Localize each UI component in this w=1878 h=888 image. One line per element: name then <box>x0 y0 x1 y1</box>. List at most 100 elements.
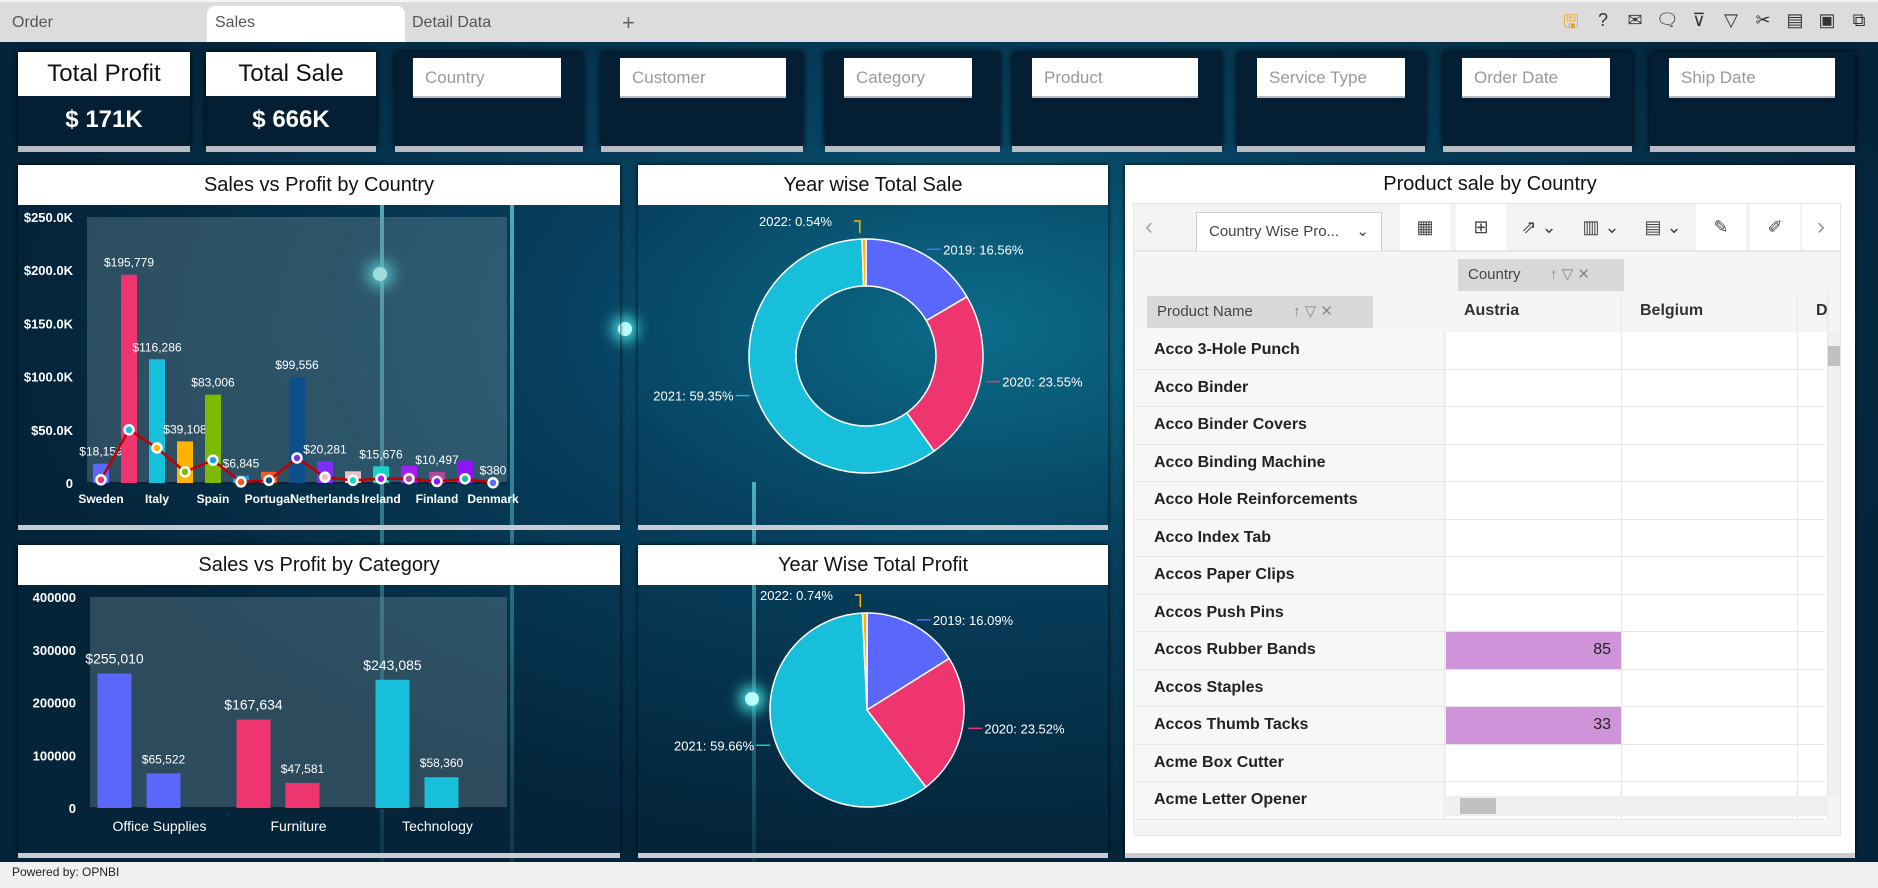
product-name-cell[interactable]: Acco Hole Reinforcements <box>1134 482 1445 519</box>
tab-detail-data[interactable]: Detail Data <box>404 6 604 44</box>
export-icon[interactable]: ⇗ ⌄ <box>1508 204 1570 250</box>
belgium-cell[interactable] <box>1622 444 1798 481</box>
y-tick-label: $50.0K <box>31 423 74 438</box>
vertical-scrollbar[interactable] <box>1828 332 1840 796</box>
code-edit-icon[interactable]: ✎ <box>1696 204 1746 250</box>
austria-cell[interactable] <box>1446 369 1622 406</box>
report-select[interactable]: Country Wise Pro... ⌄ <box>1196 212 1382 252</box>
austria-cell[interactable]: 85 <box>1446 632 1622 669</box>
help-icon[interactable]: ? <box>1592 10 1614 40</box>
product-name-cell[interactable]: Acme Letter Opener <box>1134 782 1445 819</box>
product-sale-pivot: Product sale by Country ‹ Country Wise P… <box>1125 165 1855 853</box>
d-cell[interactable] <box>1798 369 1828 406</box>
austria-cell[interactable] <box>1446 444 1622 481</box>
profit-point <box>179 466 191 478</box>
product-name-cell[interactable]: Accos Rubber Bands <box>1134 632 1445 669</box>
d-cell[interactable] <box>1798 557 1828 594</box>
product-name-cell[interactable]: Acme Box Cutter <box>1134 744 1445 781</box>
filter-icon[interactable]: ▽ <box>1720 10 1742 40</box>
product-name-cell[interactable]: Acco Index Tab <box>1134 519 1445 556</box>
austria-cell[interactable] <box>1446 407 1622 444</box>
belgium-cell[interactable] <box>1622 707 1798 744</box>
product-name-cell[interactable]: Accos Push Pins <box>1134 594 1445 631</box>
product-filter[interactable]: Product <box>1032 58 1198 98</box>
d-cell[interactable] <box>1798 744 1828 781</box>
belgium-cell[interactable] <box>1622 332 1798 369</box>
belgium-cell[interactable] <box>1622 407 1798 444</box>
column-header-belgium[interactable]: Belgium <box>1622 292 1798 330</box>
ship-date-filter[interactable]: Ship Date <box>1669 58 1835 98</box>
product-name-cell[interactable]: Acco Binder Covers <box>1134 407 1445 444</box>
devices-icon[interactable]: ⧉ <box>1848 10 1870 40</box>
country-filter[interactable]: Country <box>413 58 561 98</box>
d-cell[interactable] <box>1798 632 1828 669</box>
belgium-cell[interactable] <box>1622 519 1798 556</box>
belgium-cell[interactable] <box>1622 482 1798 519</box>
sort-filter-remove-icons[interactable]: ↑ ▽ ✕ <box>1550 259 1590 291</box>
x-tick-label: Italy <box>145 492 169 506</box>
d-cell[interactable] <box>1798 407 1828 444</box>
product-name-cell[interactable]: Acco Binding Machine <box>1134 444 1445 481</box>
product-name-cell[interactable]: Acco Binder <box>1134 369 1445 406</box>
austria-cell[interactable] <box>1446 557 1622 594</box>
austria-cell[interactable] <box>1446 744 1622 781</box>
category-filter[interactable]: Category <box>844 58 972 98</box>
austria-cell[interactable] <box>1446 669 1622 706</box>
format-edit-icon[interactable]: ✐ <box>1750 204 1800 250</box>
screen-icon[interactable]: ▣ <box>1816 10 1838 40</box>
column-field-chip[interactable]: Country ↑ ▽ ✕ <box>1458 259 1624 291</box>
product-name-cell[interactable]: Accos Staples <box>1134 669 1445 706</box>
belgium-cell[interactable] <box>1622 669 1798 706</box>
table-icon[interactable]: ⊞ <box>1456 204 1506 250</box>
order-date-filter[interactable]: Order Date <box>1462 58 1610 98</box>
austria-cell[interactable] <box>1446 519 1622 556</box>
austria-cell[interactable]: 33 <box>1446 707 1622 744</box>
horizontal-scrollbar[interactable] <box>1446 796 1828 816</box>
x-tick-label: Ireland <box>361 492 400 506</box>
belgium-cell[interactable] <box>1622 594 1798 631</box>
column-header-d[interactable]: D <box>1798 292 1828 330</box>
scroll-right-icon[interactable]: › <box>1802 204 1840 250</box>
tools-icon[interactable]: ✂ <box>1752 10 1774 40</box>
sort-filter-remove-icons[interactable]: ↑ ▽ ✕ <box>1293 296 1333 328</box>
belgium-cell[interactable] <box>1622 557 1798 594</box>
save-icon[interactable]: 🖫 <box>1560 10 1582 40</box>
add-tab-button[interactable]: + <box>614 6 635 44</box>
d-cell[interactable] <box>1798 332 1828 369</box>
row-field-chip[interactable]: Product Name ↑ ▽ ✕ <box>1147 296 1373 328</box>
column-header-austria[interactable]: Austria <box>1446 292 1622 330</box>
d-cell[interactable] <box>1798 594 1828 631</box>
tab-sales[interactable]: Sales <box>207 6 405 44</box>
d-cell[interactable] <box>1798 444 1828 481</box>
product-name-cell[interactable]: Accos Thumb Tacks <box>1134 707 1445 744</box>
comment-icon[interactable]: 🗨 <box>1656 10 1679 40</box>
grid-settings-icon[interactable]: ▦ <box>1400 204 1450 250</box>
y-tick-label: $250.0K <box>24 210 74 225</box>
d-cell[interactable] <box>1798 707 1828 744</box>
customer-filter[interactable]: Customer <box>620 58 786 98</box>
austria-cell[interactable] <box>1446 482 1622 519</box>
d-cell[interactable] <box>1798 519 1828 556</box>
tab-order[interactable]: Order <box>4 6 204 44</box>
clear-filter-icon[interactable]: ⊽ <box>1688 10 1710 40</box>
d-cell[interactable] <box>1798 482 1828 519</box>
mail-icon[interactable]: ✉ <box>1624 10 1646 40</box>
austria-cell[interactable] <box>1446 594 1622 631</box>
belgium-cell[interactable] <box>1622 369 1798 406</box>
service-type-filter[interactable]: Service Type <box>1257 58 1405 98</box>
belgium-cell[interactable] <box>1622 632 1798 669</box>
data-label: $116,286 <box>132 340 181 354</box>
austria-cell[interactable] <box>1446 332 1622 369</box>
table-icon[interactable]: ▤ <box>1784 10 1806 40</box>
columns-icon[interactable]: ▥ ⌄ <box>1570 204 1632 250</box>
scroll-thumb[interactable] <box>1460 798 1496 814</box>
d-cell[interactable] <box>1798 669 1828 706</box>
rows-icon[interactable]: ▤ ⌄ <box>1632 204 1694 250</box>
scroll-thumb[interactable] <box>1828 346 1840 366</box>
product-name-cell[interactable]: Acco 3-Hole Punch <box>1134 332 1445 369</box>
table-row: Acco 3-Hole Punch <box>1134 332 1828 370</box>
kpi-value: $ 666K <box>252 106 330 133</box>
scroll-left-icon[interactable]: ‹ <box>1134 204 1164 250</box>
belgium-cell[interactable] <box>1622 744 1798 781</box>
product-name-cell[interactable]: Accos Paper Clips <box>1134 557 1445 594</box>
